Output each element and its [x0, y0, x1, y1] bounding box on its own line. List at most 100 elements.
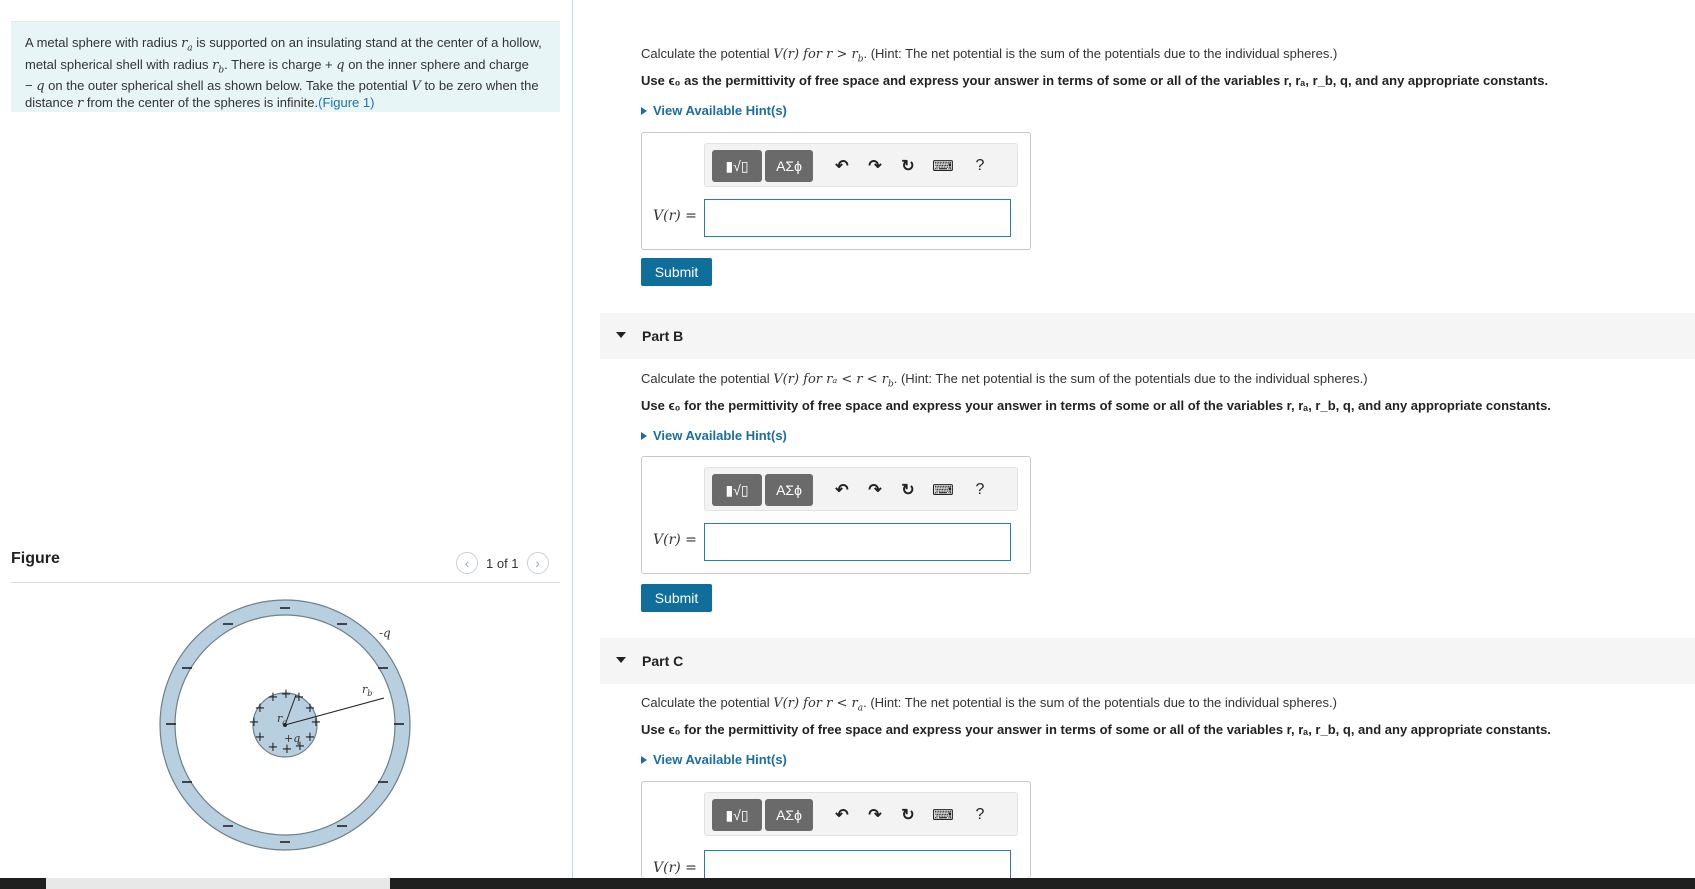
math-toolbar: ▮√▯ ΑΣϕ ↶ ↷ ↻ ⌨ ?	[704, 467, 1018, 511]
figure-link[interactable]: (Figure 1)	[318, 95, 374, 110]
part-a-submit-button[interactable]: Submit	[641, 258, 712, 286]
part-a-answer-box: ▮√▯ ΑΣϕ ↶ ↷ ↻ ⌨ ? V(r) =	[641, 132, 1031, 250]
triangle-right-icon	[641, 106, 647, 115]
triangle-right-icon	[641, 431, 647, 440]
redo-icon[interactable]: ↷	[862, 802, 888, 828]
inner-charge-label: +q	[284, 732, 300, 745]
svg-text:+: +	[305, 701, 316, 716]
part-a-question: Calculate the potential V(r) for r > rb.…	[641, 46, 1337, 65]
part-c-question: Calculate the potential V(r) for r < ra.…	[641, 695, 1337, 714]
keyboard-icon[interactable]: ⌨	[930, 802, 956, 828]
equation-label: V(r) =	[653, 532, 697, 548]
spheres-figure: + + + + + + + + + + + + ra +q rb -q	[159, 599, 411, 851]
hint-label: View Available Hint(s)	[653, 428, 787, 443]
svg-text:+: +	[255, 701, 266, 716]
part-a-instruction: Use ϵ₀ as the permittivity of free space…	[641, 73, 1549, 88]
svg-text:+: +	[281, 687, 292, 702]
problem-line-2: metal spherical shell with radius rb. Th…	[25, 57, 546, 79]
figure-divider	[11, 582, 560, 583]
text: distance	[25, 95, 78, 111]
part-c-title: Part C	[642, 653, 684, 669]
left-panel: A metal sphere with radius ra is support…	[0, 0, 573, 878]
var-q: q	[36, 79, 45, 95]
prev-figure-button[interactable]: ‹	[456, 552, 478, 574]
hint-label: View Available Hint(s)	[653, 103, 787, 118]
reset-icon[interactable]: ↻	[895, 153, 921, 179]
text: A metal sphere with radius	[25, 35, 182, 50]
text: on the inner sphere and charge	[344, 56, 529, 72]
answer-input[interactable]	[704, 199, 1011, 237]
text: . (Hint: The net potential is the sum of…	[863, 46, 1338, 61]
svg-text:+: +	[249, 715, 260, 730]
part-c-header[interactable]: Part C	[600, 638, 1695, 684]
undo-icon[interactable]: ↶	[829, 802, 855, 828]
undo-icon[interactable]: ↶	[829, 477, 855, 503]
part-b-instruction: Use ϵ₀ for the permittivity of free spac…	[641, 398, 1551, 413]
figure-pager: ‹ 1 of 1 ›	[456, 552, 549, 574]
right-panel: Calculate the potential V(r) for r > rb.…	[574, 0, 1695, 879]
help-button[interactable]: ?	[967, 802, 993, 828]
text: to be zero when the	[420, 78, 539, 94]
svg-text:+: +	[255, 730, 266, 745]
templates-button[interactable]: ▮√▯	[712, 150, 762, 182]
hint-label: View Available Hint(s)	[653, 752, 787, 767]
math-toolbar: ▮√▯ ΑΣϕ ↶ ↷ ↻ ⌨ ?	[704, 143, 1018, 187]
pager-label: 1 of 1	[486, 555, 519, 571]
caret-down-icon	[616, 332, 626, 338]
math-fn: V(r)	[773, 372, 800, 387]
problem-line-4: distance r from the center of the sphere…	[25, 95, 546, 112]
part-b-header[interactable]: Part B	[600, 313, 1695, 359]
text: from the center of the spheres is infini…	[83, 95, 319, 111]
part-b-title: Part B	[642, 328, 684, 344]
outer-charge-label: -q	[379, 626, 391, 640]
svg-text:+: +	[268, 690, 279, 705]
text: . There is charge +	[224, 56, 337, 72]
greek-symbols-button[interactable]: ΑΣϕ	[765, 474, 813, 506]
keyboard-icon[interactable]: ⌨	[930, 477, 956, 503]
text: Calculate the potential	[641, 371, 774, 386]
text: on the outer spherical shell as shown be…	[44, 78, 412, 94]
redo-icon[interactable]: ↷	[862, 153, 888, 179]
reset-icon[interactable]: ↻	[895, 802, 921, 828]
math-cond: for r > r	[799, 47, 858, 62]
next-figure-button[interactable]: ›	[526, 552, 549, 574]
text: Calculate the potential	[641, 46, 774, 61]
part-b-answer-box: ▮√▯ ΑΣϕ ↶ ↷ ↻ ⌨ ? V(r) =	[641, 456, 1031, 574]
svg-text:+: +	[268, 740, 279, 755]
problem-statement: A metal sphere with radius ra is support…	[11, 21, 560, 112]
figure-title: Figure	[11, 550, 60, 567]
keyboard-icon[interactable]: ⌨	[930, 153, 956, 179]
svg-text:+: +	[305, 730, 316, 745]
text: is supported on an insulating stand at t…	[192, 35, 542, 50]
undo-icon[interactable]: ↶	[829, 153, 855, 179]
part-b-question: Calculate the potential V(r) for rₐ < r …	[641, 371, 1368, 390]
taskbar-window[interactable]	[46, 878, 390, 889]
math-fn: V(r)	[773, 696, 800, 711]
triangle-right-icon	[641, 755, 647, 764]
text: Calculate the potential	[641, 695, 774, 710]
answer-input[interactable]	[704, 523, 1011, 561]
redo-icon[interactable]: ↷	[862, 477, 888, 503]
part-c-answer-box: ▮√▯ ΑΣϕ ↶ ↷ ↻ ⌨ ? V(r) =	[641, 781, 1031, 879]
help-button[interactable]: ?	[967, 153, 993, 179]
problem-line-3: − q on the outer spherical shell as show…	[25, 78, 546, 95]
answer-input[interactable]	[704, 850, 1011, 879]
templates-button[interactable]: ▮√▯	[712, 474, 762, 506]
part-b-hint-link[interactable]: View Available Hint(s)	[641, 428, 787, 443]
templates-button[interactable]: ▮√▯	[712, 799, 762, 831]
part-c-instruction: Use ϵ₀ for the permittivity of free spac…	[641, 722, 1551, 737]
part-a-hint-link[interactable]: View Available Hint(s)	[641, 103, 787, 118]
text: . (Hint: The net potential is the sum of…	[893, 371, 1368, 386]
greek-symbols-button[interactable]: ΑΣϕ	[765, 150, 813, 182]
var-v: V	[411, 79, 421, 95]
math-fn: V(r)	[773, 47, 800, 62]
math-toolbar: ▮√▯ ΑΣϕ ↶ ↷ ↻ ⌨ ?	[704, 792, 1018, 836]
math-cond: for rₐ < r < r	[799, 372, 888, 387]
math-cond: for r < r	[799, 696, 858, 711]
reset-icon[interactable]: ↻	[895, 477, 921, 503]
part-b-submit-button[interactable]: Submit	[641, 584, 712, 612]
equation-label: V(r) =	[653, 860, 697, 876]
greek-symbols-button[interactable]: ΑΣϕ	[765, 799, 813, 831]
help-button[interactable]: ?	[967, 477, 993, 503]
part-c-hint-link[interactable]: View Available Hint(s)	[641, 752, 787, 767]
